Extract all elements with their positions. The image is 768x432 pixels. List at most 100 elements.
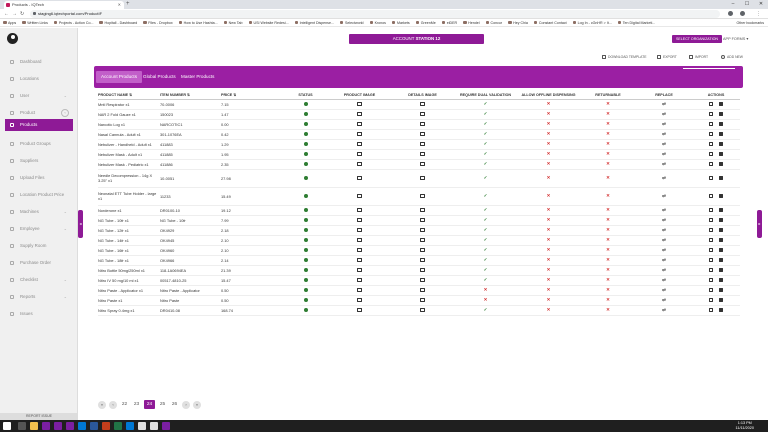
file-explorer-icon[interactable] (30, 422, 38, 430)
edit-icon[interactable] (709, 247, 713, 252)
column-header[interactable]: PRODUCT NAME ⇅ (98, 91, 160, 100)
delete-icon[interactable] (719, 111, 723, 116)
sidebar-item-purchase-order[interactable]: Purchase Order (5, 257, 73, 269)
image-icon[interactable] (357, 228, 362, 232)
image-icon[interactable] (420, 298, 425, 302)
edit-icon[interactable] (709, 151, 713, 156)
download-template-button[interactable]: DOWNLOAD TEMPLATE (602, 53, 647, 61)
shuffle-icon[interactable]: ⇄ (662, 131, 666, 136)
edit-icon[interactable] (709, 217, 713, 222)
report-issue-button[interactable]: REPORT ISSUE (0, 413, 78, 420)
tab-master-products[interactable]: Master Products (176, 71, 219, 83)
image-icon[interactable] (357, 112, 362, 116)
app-icon[interactable] (54, 422, 62, 430)
delete-icon[interactable] (719, 247, 723, 252)
shuffle-icon[interactable]: ⇄ (662, 267, 666, 272)
sidebar-item-suppliers[interactable]: Suppliers (5, 155, 73, 167)
edit-icon[interactable] (709, 111, 713, 116)
bookmark-item[interactable]: Kronos (369, 21, 386, 25)
edit-icon[interactable] (709, 193, 713, 198)
shuffle-icon[interactable]: ⇄ (662, 297, 666, 302)
account-badge[interactable]: ACCOUNT STATION 12 (349, 34, 484, 44)
shuffle-icon[interactable]: ⇄ (662, 257, 666, 262)
delete-icon[interactable] (719, 121, 723, 126)
shuffle-icon[interactable]: ⇄ (662, 307, 666, 312)
delete-icon[interactable] (719, 257, 723, 262)
delete-icon[interactable] (719, 207, 723, 212)
delete-icon[interactable] (719, 307, 723, 312)
image-icon[interactable] (357, 238, 362, 242)
edit-icon[interactable] (709, 297, 713, 302)
image-icon[interactable] (357, 162, 362, 166)
edit-icon[interactable] (709, 307, 713, 312)
bookmark-item[interactable]: USI Website Redesi... (248, 21, 289, 25)
image-icon[interactable] (420, 208, 425, 212)
export-button[interactable]: EXPORT (657, 53, 677, 61)
bookmark-item[interactable]: Files - Dropbox (143, 21, 173, 25)
image-icon[interactable] (357, 142, 362, 146)
image-icon[interactable] (420, 132, 425, 136)
shuffle-icon[interactable]: ⇄ (662, 101, 666, 106)
image-icon[interactable] (357, 288, 362, 292)
sidebar-item-product-groups[interactable]: Product Groups (5, 138, 73, 150)
shuffle-icon[interactable]: ⇄ (662, 193, 666, 198)
page-number-button[interactable]: 22 (120, 400, 129, 409)
bookmark-item[interactable]: Markets (391, 21, 410, 25)
new-tab-icon[interactable]: + (126, 0, 130, 9)
bookmark-item[interactable]: eiDER (441, 21, 457, 25)
last-page-button[interactable]: » (193, 400, 201, 409)
edit-icon[interactable] (709, 101, 713, 106)
shuffle-icon[interactable]: ⇄ (662, 227, 666, 232)
image-icon[interactable] (420, 248, 425, 252)
image-icon[interactable] (420, 258, 425, 262)
sidebar-item-locations[interactable]: Locations (5, 73, 73, 85)
chrome-icon[interactable] (150, 422, 158, 430)
forward-icon[interactable]: → (12, 9, 17, 19)
sidebar-item-employee[interactable]: Employee ⌄ (5, 223, 73, 235)
edit-icon[interactable] (709, 267, 713, 272)
bookmark-item[interactable]: Log In - cGnHR > It... (572, 21, 612, 25)
url-bar[interactable]: staging6.iqtechportal.com/ProductIF (30, 10, 720, 18)
image-icon[interactable] (357, 258, 362, 262)
reload-icon[interactable]: ↻ (20, 9, 24, 19)
shuffle-icon[interactable]: ⇄ (662, 217, 666, 222)
image-icon[interactable] (357, 208, 362, 212)
shuffle-icon[interactable]: ⇄ (662, 287, 666, 292)
user-avatar[interactable] (7, 33, 18, 44)
image-icon[interactable] (420, 162, 425, 166)
bookmark-item[interactable]: Selectworld (339, 21, 364, 25)
sidebar-item-supply-room[interactable]: Supply Room (5, 240, 73, 252)
sidebar-item-dashboard[interactable]: Dashboard (5, 56, 73, 68)
image-icon[interactable] (420, 288, 425, 292)
edit-icon[interactable] (709, 121, 713, 126)
image-icon[interactable] (420, 142, 425, 146)
delete-icon[interactable] (719, 267, 723, 272)
shuffle-icon[interactable]: ⇄ (662, 111, 666, 116)
image-icon[interactable] (357, 132, 362, 136)
edit-icon[interactable] (709, 161, 713, 166)
sidebar-item-location-product-price[interactable]: Location Product Price (5, 189, 73, 201)
app-icon[interactable] (66, 422, 74, 430)
add-new-button[interactable]: ADD NEW (721, 53, 743, 61)
shuffle-icon[interactable]: ⇄ (662, 247, 666, 252)
bookmark-item[interactable]: Concur (485, 21, 502, 25)
start-icon[interactable] (3, 422, 11, 430)
edit-icon[interactable] (709, 257, 713, 262)
delete-icon[interactable] (719, 141, 723, 146)
import-button[interactable]: IMPORT (689, 53, 708, 61)
excel-icon[interactable] (114, 422, 122, 430)
delete-icon[interactable] (719, 101, 723, 106)
clock[interactable]: 1:13 PM 11/11/2020 (736, 421, 754, 431)
image-icon[interactable] (420, 152, 425, 156)
image-icon[interactable] (420, 238, 425, 242)
image-icon[interactable] (357, 176, 362, 180)
delete-icon[interactable] (719, 227, 723, 232)
collapse-icon[interactable]: ‹ (61, 109, 69, 117)
shuffle-icon[interactable]: ⇄ (662, 237, 666, 242)
browser-tab[interactable]: Products - IQTech ✕ (4, 1, 124, 9)
delete-icon[interactable] (719, 161, 723, 166)
image-icon[interactable] (357, 194, 362, 198)
bookmark-item[interactable]: How to Use Hashta... (178, 21, 218, 25)
shuffle-icon[interactable]: ⇄ (662, 175, 666, 180)
edit-icon[interactable] (709, 175, 713, 180)
